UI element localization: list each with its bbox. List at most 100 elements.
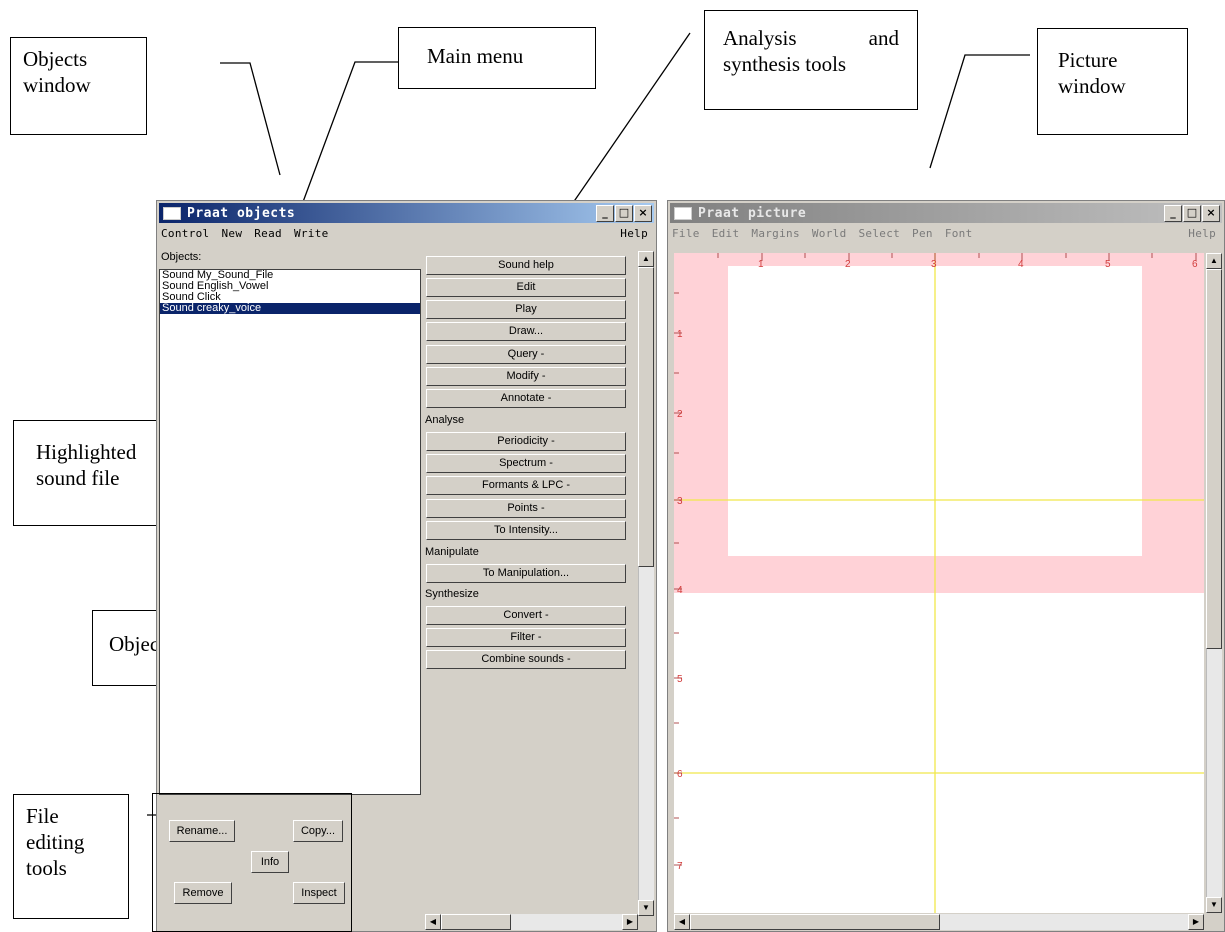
- ruler-top-label: 5: [1105, 259, 1111, 270]
- menu-pen[interactable]: Pen: [912, 227, 933, 245]
- scroll-down-icon[interactable]: ▼: [638, 900, 654, 916]
- scroll-up-icon[interactable]: ▲: [1206, 253, 1222, 269]
- picture-horizontal-scrollbar[interactable]: ◀ ▶: [674, 914, 1204, 930]
- scroll-thumb[interactable]: [1206, 269, 1222, 649]
- menu-help[interactable]: Help: [1188, 227, 1216, 240]
- minimize-button[interactable]: _: [1164, 205, 1182, 222]
- callout-picture-window: Picture window: [1037, 28, 1188, 135]
- picture-window-titlebar[interactable]: Praat picture _ □ ×: [670, 203, 1222, 223]
- objects-window: Praat objects _ □ × Control New Read Wri…: [156, 200, 657, 932]
- annotate-button[interactable]: Annotate -: [426, 389, 626, 408]
- remove-button[interactable]: Remove: [174, 882, 232, 904]
- objects-window-controls: _ □ ×: [596, 205, 652, 222]
- hscroll-thumb[interactable]: [441, 914, 511, 930]
- menu-world[interactable]: World: [812, 227, 847, 245]
- copy-button[interactable]: Copy...: [293, 820, 343, 842]
- ruler-left-label: 3: [677, 496, 683, 507]
- scroll-left-icon[interactable]: ◀: [674, 914, 690, 930]
- draw-button[interactable]: Draw...: [426, 322, 626, 341]
- callout-main-menu: Main menu: [398, 27, 596, 89]
- scroll-down-icon[interactable]: ▼: [1206, 897, 1222, 913]
- rename-button[interactable]: Rename...: [169, 820, 235, 842]
- scroll-right-icon[interactable]: ▶: [622, 914, 638, 930]
- callout-file-editing: File editing tools: [13, 794, 129, 919]
- leader-main-menu: [299, 61, 398, 211]
- manipulate-label: Manipulate: [425, 546, 479, 558]
- menu-select[interactable]: Select: [859, 227, 901, 245]
- objects-label: Objects:: [161, 251, 202, 263]
- menu-edit[interactable]: Edit: [712, 227, 740, 245]
- edit-button[interactable]: Edit: [426, 278, 626, 297]
- menu-control[interactable]: Control: [161, 227, 209, 245]
- list-item-selected[interactable]: Sound creaky_voice: [160, 303, 420, 314]
- objects-list[interactable]: Sound My_Sound_File Sound English_Vowel …: [159, 269, 421, 795]
- hscroll-thumb[interactable]: [690, 914, 940, 930]
- picture-window: Praat picture _ □ × File Edit Margins Wo…: [667, 200, 1225, 932]
- play-button[interactable]: Play: [426, 300, 626, 319]
- objects-window-titlebar[interactable]: Praat objects _ □ ×: [159, 203, 654, 223]
- ruler-left-label: 6: [677, 769, 683, 780]
- synthesize-label: Synthesize: [425, 588, 479, 600]
- callout-objects-window: Objects window: [10, 37, 147, 135]
- ruler-left-label: 5: [677, 674, 683, 685]
- scroll-thumb[interactable]: [638, 267, 654, 567]
- points-button[interactable]: Points -: [426, 499, 626, 518]
- menu-help[interactable]: Help: [620, 227, 648, 240]
- ruler-top-label: 3: [931, 259, 937, 270]
- filter-button[interactable]: Filter -: [426, 628, 626, 647]
- periodicity-button[interactable]: Periodicity -: [426, 432, 626, 451]
- ruler-left-label: 4: [677, 585, 683, 596]
- menu-write[interactable]: Write: [294, 227, 329, 245]
- formants-lpc-button[interactable]: Formants & LPC -: [426, 476, 626, 495]
- window-system-icon[interactable]: [674, 206, 692, 220]
- menu-file[interactable]: File: [672, 227, 700, 245]
- close-button[interactable]: ×: [634, 205, 652, 222]
- ruler-left-label: 2: [677, 409, 683, 420]
- callout-picture-window-text: Picture window: [1058, 48, 1126, 98]
- picture-canvas-svg: 1 2 3 4 5 6 1 2 3 4 5 6 7: [674, 253, 1204, 913]
- picture-main-menu: File Edit Margins World Select Pen Font …: [672, 227, 1220, 245]
- callout-highlighted-sound-text: Highlighted sound file: [36, 440, 137, 490]
- info-button[interactable]: Info: [251, 851, 289, 873]
- window-system-icon[interactable]: [163, 206, 181, 220]
- scroll-up-icon[interactable]: ▲: [638, 251, 654, 267]
- ruler-top-label: 1: [758, 259, 764, 270]
- picture-vertical-scrollbar[interactable]: ▲ ▼: [1206, 253, 1222, 913]
- modify-button[interactable]: Modify -: [426, 367, 626, 386]
- minimize-button[interactable]: _: [596, 205, 614, 222]
- callout-objects-window-text: Objects window: [23, 47, 91, 97]
- ruler-left-label: 7: [677, 861, 683, 872]
- callout-analysis-tools-text: Analysis and synthesis tools: [723, 26, 899, 76]
- maximize-button[interactable]: □: [615, 205, 633, 222]
- command-horizontal-scrollbar[interactable]: ◀ ▶: [425, 914, 638, 930]
- menu-read[interactable]: Read: [254, 227, 282, 245]
- spectrum-button[interactable]: Spectrum -: [426, 454, 626, 473]
- picture-window-controls: _ □ ×: [1164, 205, 1220, 222]
- analyse-label: Analyse: [425, 414, 465, 426]
- picture-window-title: Praat picture: [698, 205, 807, 221]
- objects-window-title: Praat objects: [187, 205, 296, 221]
- objects-main-menu: Control New Read Write Help: [161, 227, 652, 245]
- leader-picture-window: [929, 54, 1030, 169]
- leader-objects-window: [220, 62, 281, 176]
- ruler-left-label: 1: [677, 329, 683, 340]
- to-manipulation-button[interactable]: To Manipulation...: [426, 564, 626, 583]
- menu-margins[interactable]: Margins: [751, 227, 799, 245]
- query-button[interactable]: Query -: [426, 345, 626, 364]
- menu-new[interactable]: New: [221, 227, 242, 245]
- close-button[interactable]: ×: [1202, 205, 1220, 222]
- command-vertical-scrollbar[interactable]: ▲ ▼: [638, 251, 654, 916]
- picture-canvas[interactable]: 1 2 3 4 5 6 1 2 3 4 5 6 7: [674, 253, 1204, 913]
- callout-main-menu-text: Main menu: [427, 44, 524, 68]
- scroll-left-icon[interactable]: ◀: [425, 914, 441, 930]
- callout-file-editing-text: File editing tools: [26, 804, 85, 880]
- sound-help-button[interactable]: Sound help: [426, 256, 626, 275]
- maximize-button[interactable]: □: [1183, 205, 1201, 222]
- menu-font[interactable]: Font: [945, 227, 973, 245]
- convert-button[interactable]: Convert -: [426, 606, 626, 625]
- ruler-top-label: 4: [1018, 259, 1024, 270]
- inspect-button[interactable]: Inspect: [293, 882, 345, 904]
- to-intensity-button[interactable]: To Intensity...: [426, 521, 626, 540]
- scroll-right-icon[interactable]: ▶: [1188, 914, 1204, 930]
- combine-sounds-button[interactable]: Combine sounds -: [426, 650, 626, 669]
